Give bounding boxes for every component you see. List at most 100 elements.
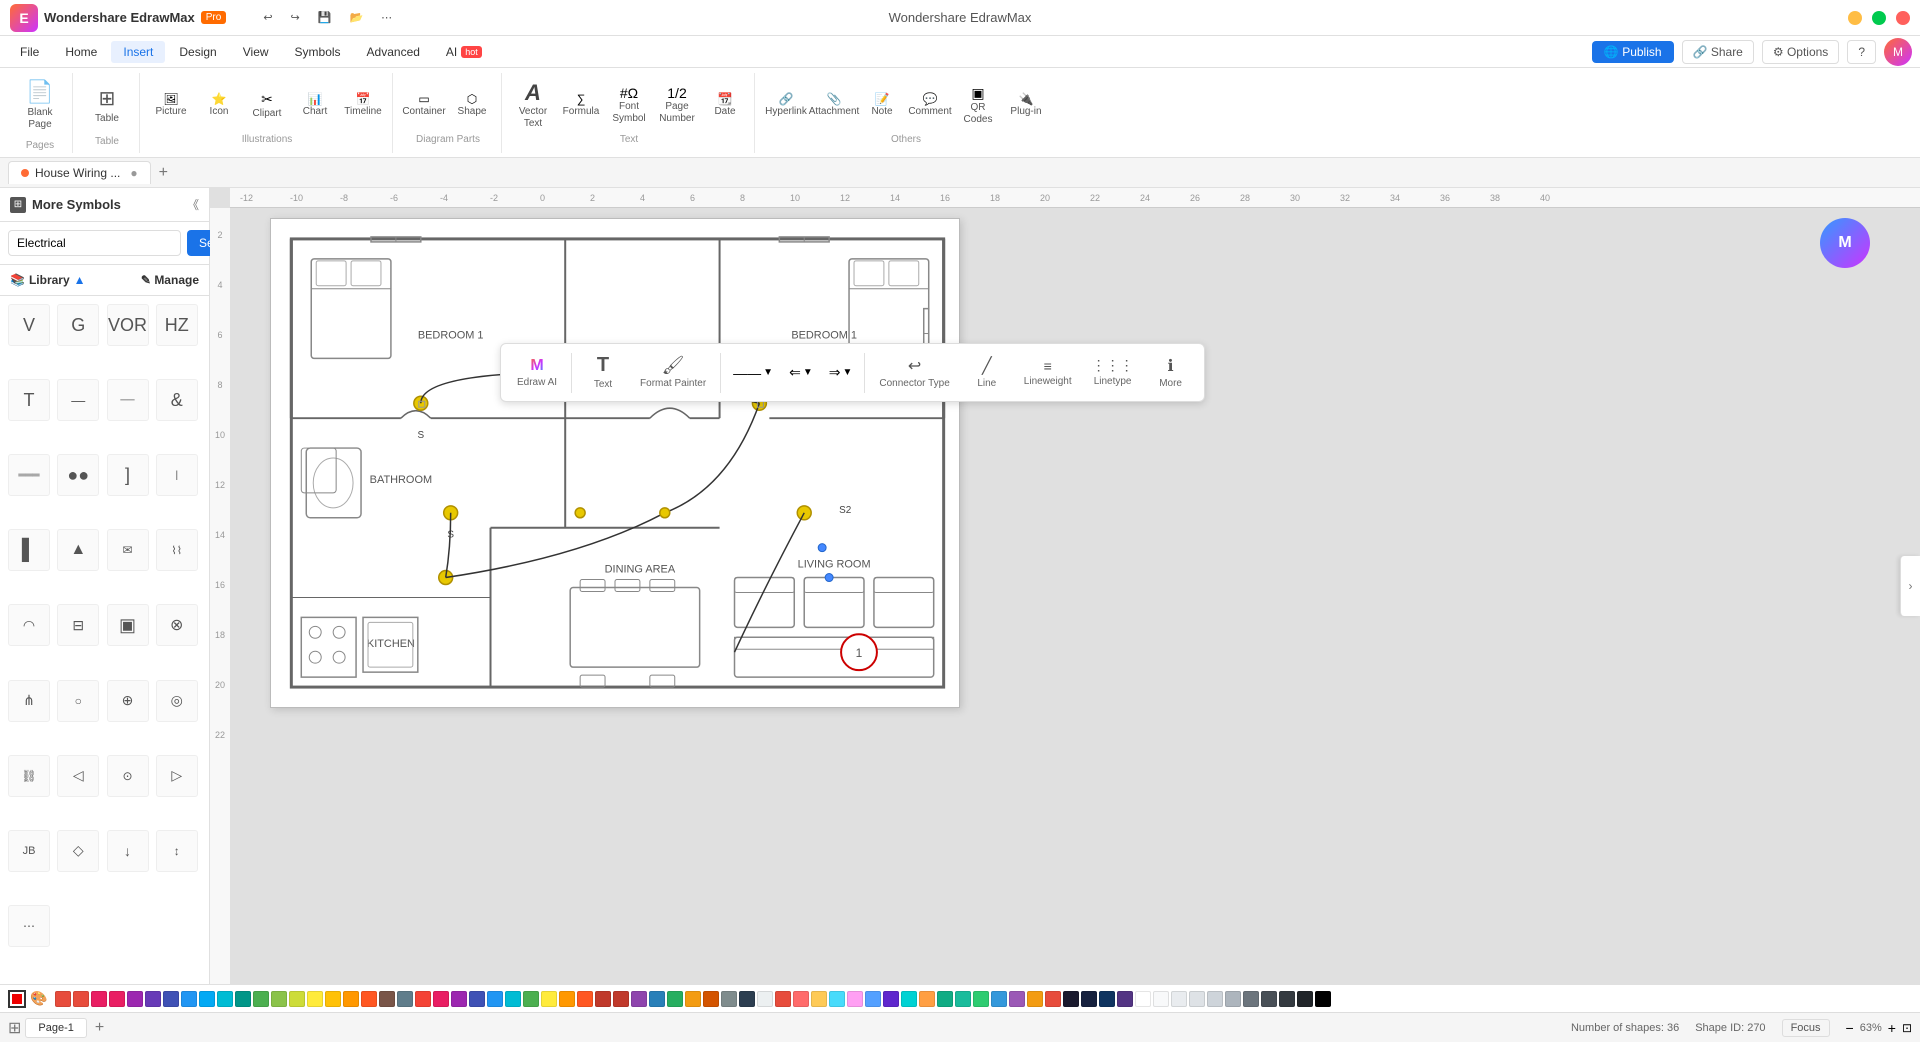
attachment-button[interactable]: 📎 Attachment <box>811 80 857 130</box>
color-swatch[interactable] <box>829 991 845 1007</box>
formula-button[interactable]: ∑ Formula <box>558 80 604 130</box>
document-tab[interactable]: House Wiring ... ● <box>8 161 151 184</box>
color-swatch[interactable] <box>703 991 719 1007</box>
symbol-item[interactable]: ✉ <box>107 529 149 571</box>
color-swatch[interactable] <box>217 991 233 1007</box>
symbol-item[interactable]: ◠ <box>8 604 50 646</box>
menu-file[interactable]: File <box>8 41 51 63</box>
begin-arrow-dropdown[interactable]: ⇐ ▼ <box>783 360 819 385</box>
linetype-button[interactable]: ⋮⋮⋮ Linetype <box>1084 351 1142 394</box>
symbol-item[interactable]: ↕ <box>156 830 198 872</box>
color-swatch[interactable] <box>433 991 449 1007</box>
symbol-item[interactable]: ↓ <box>107 830 149 872</box>
symbol-item[interactable]: ◁ <box>57 755 99 797</box>
symbol-item[interactable]: ◇ <box>57 830 99 872</box>
comment-button[interactable]: 💬 Comment <box>907 80 953 130</box>
redo-button[interactable]: ↪ <box>284 8 307 27</box>
color-swatch[interactable] <box>1189 991 1205 1007</box>
symbol-item[interactable]: G <box>57 304 99 346</box>
color-swatch[interactable] <box>1207 991 1223 1007</box>
blank-page-button[interactable]: 📄 BlankPage <box>14 74 66 136</box>
color-swatch[interactable] <box>1171 991 1187 1007</box>
symbol-item[interactable]: ⋔ <box>8 680 50 722</box>
chart-button[interactable]: 📊 Chart <box>292 80 338 130</box>
symbol-item[interactable]: & <box>156 379 198 421</box>
menu-view[interactable]: View <box>231 41 281 63</box>
color-swatch[interactable] <box>1279 991 1295 1007</box>
help-button[interactable]: ? <box>1847 40 1876 64</box>
symbol-item[interactable]: ◎ <box>156 680 198 722</box>
menu-advanced[interactable]: Advanced <box>355 41 432 63</box>
color-swatch[interactable] <box>73 991 89 1007</box>
color-swatch[interactable] <box>1225 991 1241 1007</box>
minimize-button[interactable]: − <box>1848 11 1862 25</box>
symbol-item[interactable]: ▌ <box>8 529 50 571</box>
line-button[interactable]: ╱ Line <box>962 350 1012 396</box>
color-swatch[interactable] <box>397 991 413 1007</box>
color-swatch[interactable] <box>793 991 809 1007</box>
eyedropper-icon[interactable]: 🎨 <box>30 990 47 1007</box>
color-swatch[interactable] <box>1135 991 1151 1007</box>
color-swatch[interactable] <box>91 991 107 1007</box>
page-tab-1[interactable]: Page-1 <box>25 1018 86 1038</box>
symbol-item[interactable]: VOR <box>107 304 149 346</box>
options-button[interactable]: ⚙ Options <box>1762 40 1839 64</box>
color-swatch[interactable] <box>775 991 791 1007</box>
symbol-item[interactable]: — <box>57 379 99 421</box>
symbol-item[interactable]: T <box>8 379 50 421</box>
symbol-item[interactable]: ●● <box>57 454 99 496</box>
color-swatch[interactable] <box>361 991 377 1007</box>
color-swatch[interactable] <box>1315 991 1331 1007</box>
right-panel-collapse[interactable]: › <box>1900 556 1920 616</box>
menu-symbols[interactable]: Symbols <box>283 41 353 63</box>
symbol-item[interactable]: ⊗ <box>156 604 198 646</box>
color-swatch[interactable] <box>163 991 179 1007</box>
container-button[interactable]: ▭ Container <box>401 80 447 130</box>
color-swatch[interactable] <box>1297 991 1313 1007</box>
edraw-ai-button[interactable]: M Edraw AI <box>509 351 565 395</box>
symbol-item[interactable]: ▷ <box>156 755 198 797</box>
page-settings-button[interactable]: ⊞ <box>8 1018 21 1038</box>
avatar[interactable]: M <box>1884 38 1912 66</box>
color-swatch[interactable] <box>613 991 629 1007</box>
menu-design[interactable]: Design <box>167 41 228 63</box>
color-swatch[interactable] <box>955 991 971 1007</box>
format-painter-button[interactable]: 🖌 Format Painter <box>632 349 714 396</box>
color-swatch[interactable] <box>235 991 251 1007</box>
color-swatch[interactable] <box>901 991 917 1007</box>
color-swatch[interactable] <box>379 991 395 1007</box>
undo-button[interactable]: ↩ <box>256 8 279 27</box>
open-button[interactable]: 📂 <box>342 8 370 27</box>
symbol-item[interactable]: ⊙ <box>107 755 149 797</box>
color-swatch[interactable] <box>451 991 467 1007</box>
qr-codes-button[interactable]: ▣ QRCodes <box>955 80 1001 130</box>
color-swatch[interactable] <box>127 991 143 1007</box>
publish-button[interactable]: 🌐 Publish <box>1592 41 1674 63</box>
color-swatch[interactable] <box>937 991 953 1007</box>
symbol-item[interactable]: ○ <box>57 680 99 722</box>
connector-type-button[interactable]: ↩ Connector Type <box>871 350 957 396</box>
table-button[interactable]: ⊞ Table <box>81 78 133 132</box>
color-swatch[interactable] <box>289 991 305 1007</box>
picture-button[interactable]: 🖼 Picture <box>148 80 194 130</box>
color-swatch[interactable] <box>685 991 701 1007</box>
clipart-button[interactable]: ✂ Clipart <box>244 80 290 130</box>
symbol-item[interactable]: ⌇⌇ <box>156 529 198 571</box>
symbol-item[interactable]: ⛓ <box>8 755 50 797</box>
color-swatch[interactable] <box>1099 991 1115 1007</box>
fit-page-button[interactable]: ⊡ <box>1902 1021 1912 1035</box>
color-swatch[interactable] <box>667 991 683 1007</box>
date-button[interactable]: 📆 Date <box>702 80 748 130</box>
note-button[interactable]: 📝 Note <box>859 80 905 130</box>
zoom-out-button[interactable]: − <box>1846 1020 1854 1036</box>
color-swatch[interactable] <box>883 991 899 1007</box>
line-selector[interactable]: —— ▼ <box>727 361 779 385</box>
color-swatch[interactable] <box>757 991 773 1007</box>
color-swatch[interactable] <box>523 991 539 1007</box>
lineweight-button[interactable]: ≡ Lineweight <box>1016 352 1080 394</box>
add-tab-button[interactable]: + <box>151 160 176 186</box>
menu-home[interactable]: Home <box>53 41 109 63</box>
color-swatch[interactable] <box>253 991 269 1007</box>
color-swatch[interactable] <box>541 991 557 1007</box>
end-arrow-dropdown[interactable]: ⇒ ▼ <box>823 360 859 385</box>
